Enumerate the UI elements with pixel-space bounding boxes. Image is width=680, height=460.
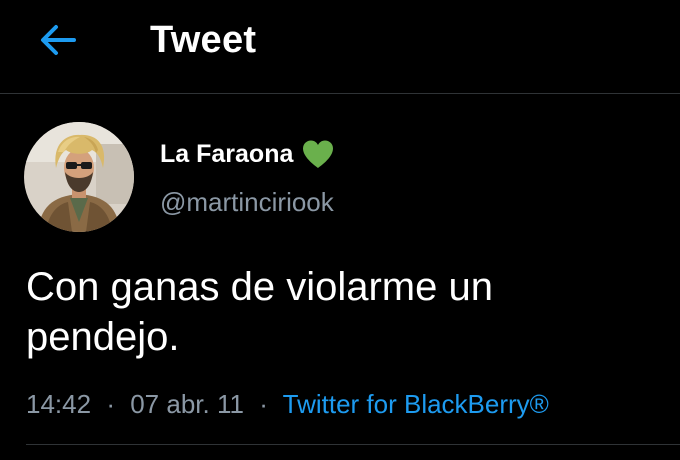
tweet-time[interactable]: 14:42 [26, 389, 91, 419]
meta-separator: · [106, 389, 115, 419]
tweet-date[interactable]: 07 abr. 11 [130, 389, 244, 419]
avatar[interactable] [24, 122, 134, 232]
divider [26, 444, 680, 445]
tweet-source-link[interactable]: Twitter for BlackBerry® [283, 389, 549, 419]
top-bar: Tweet [0, 0, 680, 94]
author-handle[interactable]: @martinciriook [160, 184, 334, 220]
tweet-meta: 14:42 · 07 abr. 11 · Twitter for BlackBe… [26, 386, 549, 422]
page-title: Tweet [150, 19, 257, 61]
author-display-name[interactable]: La Faraona [160, 140, 293, 169]
back-button[interactable] [30, 18, 86, 62]
meta-separator: · [259, 389, 268, 419]
tweet-text: Con ganas de violarme un pendejo. [26, 265, 493, 359]
author-name-row: La Faraona [160, 134, 335, 174]
arrow-left-icon[interactable] [38, 22, 78, 58]
green-heart-icon [301, 139, 335, 169]
